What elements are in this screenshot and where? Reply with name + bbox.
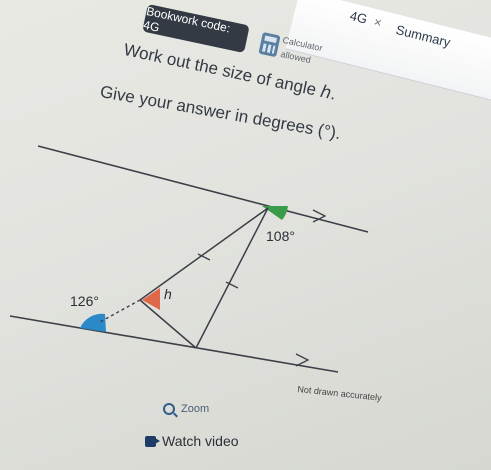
watch-video-button[interactable]: Watch video xyxy=(145,426,243,456)
extension-dashed-line xyxy=(99,299,141,323)
parallel-arrow-bottom xyxy=(295,353,310,367)
zoom-label: Zoom xyxy=(181,403,210,415)
angle-diagram xyxy=(9,145,369,373)
triangle-base xyxy=(139,299,197,349)
question-screen: 4G × Summary Bookwork code: 4G Calculato… xyxy=(0,0,491,470)
triangle-right-side xyxy=(195,207,269,349)
bottom-parallel-line xyxy=(9,315,339,373)
angle-126-label: 126° xyxy=(70,293,99,309)
video-icon xyxy=(145,435,160,447)
zoom-button[interactable]: Zoom xyxy=(163,403,209,415)
search-icon xyxy=(163,403,175,415)
angle-h-label: h xyxy=(164,286,172,302)
watch-video-label: Watch video xyxy=(162,433,239,449)
triangle-left-side xyxy=(139,207,269,301)
angle-108-label: 108° xyxy=(266,228,295,244)
